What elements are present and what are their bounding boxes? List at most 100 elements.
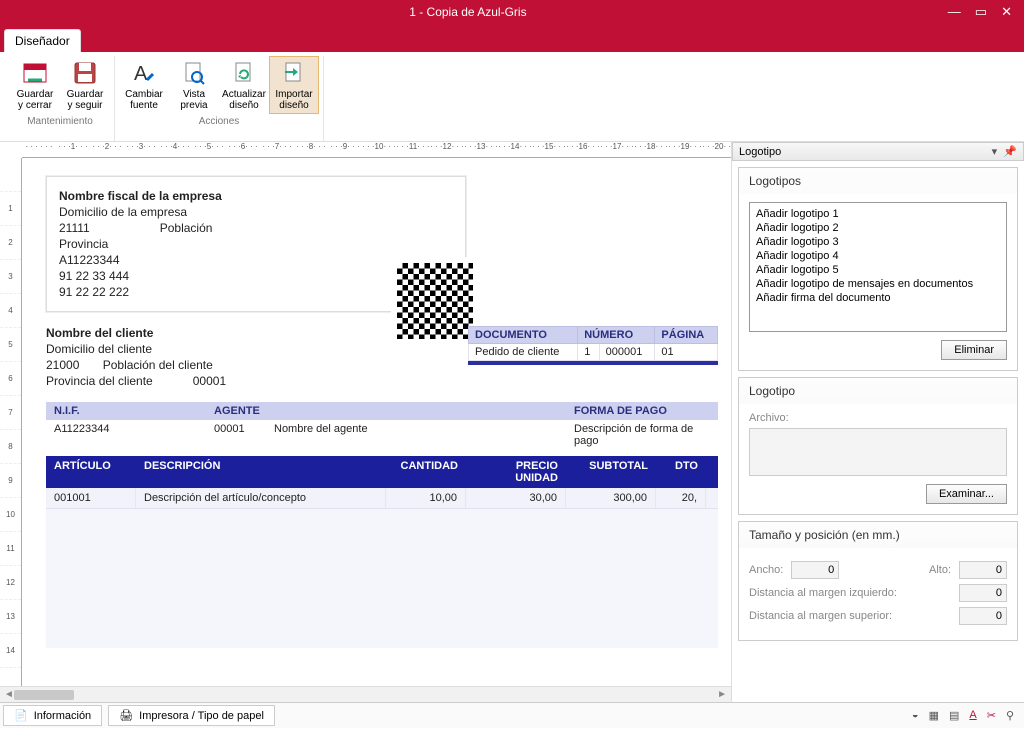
ribbon-group-maintenance: Guardar y cerrar Guardar y seguir Manten… [6,56,115,141]
val-payment: Descripción de forma de pago [566,420,718,450]
tab-strip: Diseñador [0,24,1024,52]
hdr-payment: FORMA DE PAGO [566,402,718,420]
horizontal-scrollbar[interactable]: ◄► [0,686,731,702]
canvas-scroll[interactable]: Nombre fiscal de la empresa Domicilio de… [22,158,731,686]
window-title: 1 - Copia de Azul-Gris [0,5,936,19]
width-input[interactable] [791,561,839,579]
items-header: ARTÍCULO DESCRIPCIÓN CANTIDAD PRECIO UNI… [46,456,718,488]
meta-val-serie: 1 [578,344,599,361]
logo-list-item[interactable]: Añadir firma del documento [756,291,1000,305]
meta-val-doc: Pedido de cliente [469,344,578,361]
company-address: Domicilio de la empresa [59,205,453,219]
font-icon: A [130,59,158,87]
left-label: Distancia al margen izquierdo: [749,587,897,599]
hdr-agent: AGENTE [206,402,266,420]
sidebar: Logotipo ▾ 📌 Logotipos Añadir logotipo 1… [732,142,1024,702]
refresh-design-button[interactable]: Actualizar diseño [219,56,269,114]
svg-text:A: A [134,63,148,85]
client-zip: 21000 [46,358,79,372]
page-canvas[interactable]: Nombre fiscal de la empresa Domicilio de… [22,158,731,686]
printer-icon: 🖨 [119,709,133,722]
top-label: Distancia al margen superior: [749,610,892,622]
logo-list-item[interactable]: Añadir logotipo 2 [756,221,1000,235]
meta-val-num: 000001 [599,344,655,361]
company-block[interactable]: Nombre fiscal de la empresa Domicilio de… [46,176,466,312]
meta-val-page: 01 [655,344,718,361]
status-icon-1[interactable]: ◒ [912,709,919,722]
panel-logotipos: Logotipos Añadir logotipo 1Añadir logoti… [738,167,1018,371]
size-title: Tamaño y posición (en mm.) [739,522,1017,548]
group-label-maintenance: Mantenimiento [27,114,93,131]
maximize-button[interactable]: ▭ [975,4,987,20]
logo-list-item[interactable]: Añadir logotipo 1 [756,207,1000,221]
client-city: Población del cliente [103,358,213,372]
vertical-ruler: 1234567891011121314 [0,158,22,686]
save-icon [71,59,99,87]
file-label: Archivo: [749,412,1007,424]
save-close-button[interactable]: Guardar y cerrar [10,56,60,114]
ribbon: Guardar y cerrar Guardar y seguir Manten… [0,52,1024,142]
width-label: Ancho: [749,564,783,576]
doc-meta[interactable]: DOCUMENTO NÚMERO PÁGINA Pedido de client… [468,326,718,365]
nif-bar[interactable]: N.I.F. AGENTE FORMA DE PAGO A11223344 00… [46,402,718,450]
group-label-actions: Acciones [199,114,240,131]
import-design-button[interactable]: Importar diseño [269,56,319,114]
status-icon-2[interactable]: ▦ [929,709,939,722]
status-icon-3[interactable]: ▤ [949,709,959,722]
panel-size-pos: Tamaño y posición (en mm.) Ancho: Alto: … [738,521,1018,641]
change-font-button[interactable]: A Cambiar fuente [119,56,169,114]
browse-button[interactable]: Examinar... [926,484,1007,504]
status-icon-6[interactable]: ⚲ [1006,709,1014,722]
val-nif: A11223344 [46,420,206,450]
height-label: Alto: [929,564,951,576]
logotipos-title: Logotipos [739,168,1017,194]
horizontal-ruler: · · · · · ·· · ·1· · ·· · ·2· · ·· · ·3·… [22,142,731,158]
logo-list-item[interactable]: Añadir logotipo de mensajes en documento… [756,277,1000,291]
save-close-icon [21,59,49,87]
logo-list-item[interactable]: Añadir logotipo 3 [756,235,1000,249]
ribbon-group-actions: A Cambiar fuente Vista previa Actualizar… [115,56,324,141]
status-icon-4[interactable]: A [969,709,976,722]
items-body[interactable] [46,508,718,648]
delete-logo-button[interactable]: Eliminar [941,340,1007,360]
info-icon: 📄 [14,709,28,722]
status-printer-button[interactable]: 🖨 Impresora / Tipo de papel [108,705,275,726]
logo-list[interactable]: Añadir logotipo 1Añadir logotipo 2Añadir… [749,202,1007,332]
import-icon [280,59,308,87]
preview-button[interactable]: Vista previa [169,56,219,114]
height-input[interactable] [959,561,1007,579]
meta-hdr-doc: DOCUMENTO [469,327,578,344]
client-province: Provincia del cliente [46,374,153,388]
top-input[interactable] [959,607,1007,625]
logotipo-title: Logotipo [739,378,1017,404]
val-agent-name: Nombre del agente [266,420,566,450]
left-input[interactable] [959,584,1007,602]
file-preview [749,428,1007,476]
pin-icon[interactable]: ▾ 📌 [992,145,1017,158]
logo-list-item[interactable]: Añadir logotipo 4 [756,249,1000,263]
meta-hdr-page: PÁGINA [655,327,718,344]
preview-icon [180,59,208,87]
company-zip: 21111 [59,221,90,235]
company-name: Nombre fiscal de la empresa [59,189,453,203]
status-info-button[interactable]: 📄 Información [3,705,102,726]
tab-designer[interactable]: Diseñador [4,29,81,52]
logo-list-item[interactable]: Añadir logotipo 5 [756,263,1000,277]
company-province: Provincia [59,237,453,251]
close-button[interactable]: ✕ [1001,4,1012,20]
minimize-button[interactable]: — [948,4,961,20]
items-row[interactable]: 001001 Descripción del artículo/concepto… [46,488,718,508]
panel-logotipo: Logotipo Archivo: Examinar... [738,377,1018,515]
company-city: Población [160,221,213,235]
save-continue-button[interactable]: Guardar y seguir [60,56,110,114]
client-code: 00001 [193,374,226,388]
status-icon-5[interactable]: ✂ [987,709,996,722]
sidebar-dropdown[interactable]: Logotipo ▾ 📌 [732,142,1024,161]
val-agent-code: 00001 [206,420,266,450]
design-area: · · · · · ·· · ·1· · ·· · ·2· · ·· · ·3·… [0,142,732,702]
meta-hdr-num: NÚMERO [578,327,655,344]
hdr-nif: N.I.F. [46,402,206,420]
status-bar: 📄 Información 🖨 Impresora / Tipo de pape… [0,702,1024,728]
title-bar: 1 - Copia de Azul-Gris — ▭ ✕ [0,0,1024,24]
refresh-icon [230,59,258,87]
